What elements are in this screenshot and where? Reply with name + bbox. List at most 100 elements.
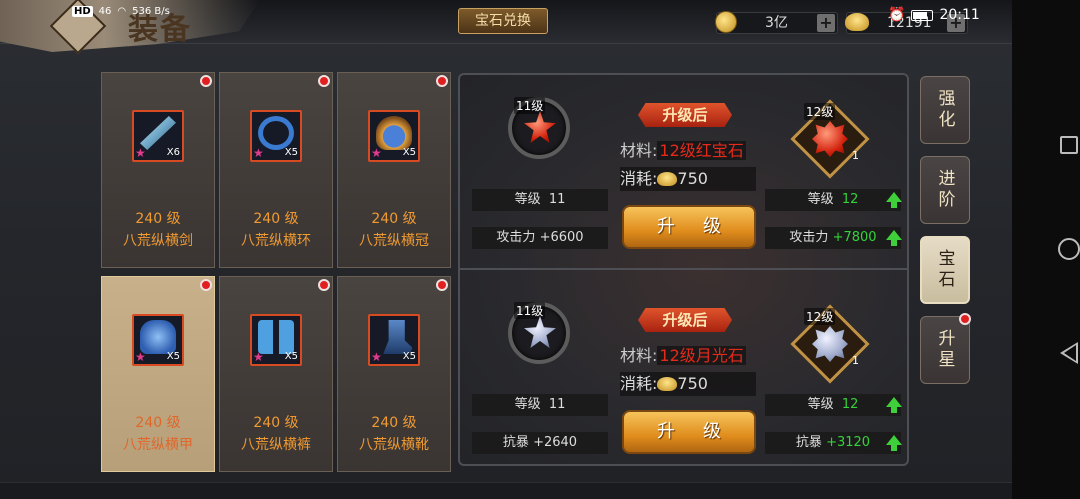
item-quantity: X5 bbox=[402, 147, 416, 158]
tab-gems[interactable]: 宝石 bbox=[920, 236, 970, 304]
item-card-boots[interactable]: ★ X5 240 级 八荒纵横靴 bbox=[337, 276, 451, 472]
moonstone-gem-icon bbox=[524, 316, 556, 348]
coin-icon bbox=[715, 11, 737, 33]
moonstone-gem-icon bbox=[812, 326, 848, 362]
material-name: 12级月光石 bbox=[657, 346, 746, 365]
rarity-star-icon: ★ bbox=[135, 350, 146, 364]
current-level-stat: 等级 11 bbox=[472, 394, 608, 416]
gold-ingot-icon bbox=[657, 377, 678, 391]
item-quantity: X5 bbox=[284, 351, 298, 362]
cost-row: 消耗: 750 bbox=[620, 167, 756, 191]
home-icon[interactable] bbox=[1058, 238, 1080, 260]
item-name: 八荒纵横环 bbox=[241, 233, 311, 249]
upgrade-button[interactable]: 升级 bbox=[622, 410, 756, 454]
ruby-gem-icon bbox=[812, 121, 848, 157]
gem-exchange-button[interactable]: 宝石兑换 bbox=[458, 8, 548, 34]
notification-dot bbox=[959, 313, 971, 325]
cost-row: 消耗: 750 bbox=[620, 372, 756, 396]
stat-value: 11 bbox=[548, 192, 566, 207]
stat-value: +2640 bbox=[533, 435, 578, 450]
item-level: 240 级 bbox=[371, 211, 417, 227]
item-card-sword[interactable]: ★ X6 240 级 八荒纵横剑 bbox=[101, 72, 215, 268]
cost-label: 消耗: bbox=[620, 374, 658, 393]
material-name: 12级红宝石 bbox=[657, 141, 746, 160]
status-bar-left: HD 46 ◠ 536 B/s bbox=[72, 6, 170, 17]
stat-label: 等级 bbox=[514, 397, 541, 412]
item-name: 八荒纵横裤 bbox=[241, 437, 311, 453]
gem-level-label: 12级 bbox=[804, 308, 836, 325]
tab-star-up[interactable]: 升星 bbox=[920, 313, 971, 384]
current-gem[interactable]: 11级 bbox=[508, 97, 570, 159]
item-level: 240 级 bbox=[135, 211, 181, 227]
crown-icon: ★ X5 bbox=[368, 110, 420, 162]
gem-count: 1 bbox=[852, 354, 859, 367]
item-card-pants[interactable]: ★ X5 240 级 八荒纵横裤 bbox=[219, 276, 333, 472]
next-crit-resist-stat: 抗暴 +3120 bbox=[765, 432, 901, 454]
stat-label: 等级 bbox=[807, 397, 834, 412]
status-bar-right: ⏰ 20:11 bbox=[888, 7, 980, 23]
gem-slot-moonstone: 11级 升级后 材料: 12级月光石 消耗: 750 12级 1 等级 11 抗暴 … bbox=[460, 280, 907, 470]
cost-label: 消耗: bbox=[620, 169, 658, 188]
item-level: 240 级 bbox=[253, 211, 299, 227]
stat-value: +7800 bbox=[832, 230, 877, 245]
tab-enhance[interactable]: 强化 bbox=[920, 76, 970, 144]
back-icon[interactable] bbox=[1060, 342, 1078, 364]
stat-label: 攻击力 bbox=[496, 230, 536, 245]
stat-value: +6600 bbox=[539, 230, 584, 245]
add-silver-button[interactable]: + bbox=[817, 14, 835, 32]
notification-dot bbox=[436, 279, 448, 291]
wifi-icon: ◠ bbox=[117, 6, 127, 17]
current-level-stat: 等级 11 bbox=[472, 189, 608, 211]
recent-apps-icon[interactable] bbox=[1060, 136, 1078, 154]
arrow-up-icon bbox=[886, 192, 902, 208]
game-screen: 装备 HD 46 ◠ 536 B/s 宝石兑换 3亿 + 12191 + ⏰ 2… bbox=[0, 0, 1012, 499]
stat-label: 抗暴 bbox=[795, 435, 822, 450]
item-name: 八荒纵横冠 bbox=[359, 233, 429, 249]
item-quantity: X5 bbox=[402, 351, 416, 362]
stat-label: 抗暴 bbox=[502, 435, 529, 450]
material-row: 材料: 12级红宝石 bbox=[620, 137, 746, 161]
notification-dot bbox=[318, 279, 330, 291]
item-quantity: X5 bbox=[166, 351, 180, 362]
net-speed: 536 B/s bbox=[132, 6, 170, 17]
item-level: 240 级 bbox=[371, 415, 417, 431]
notification-dot bbox=[200, 75, 212, 87]
material-label: 材料: bbox=[620, 141, 658, 160]
divider bbox=[460, 268, 907, 270]
notification-dot bbox=[436, 75, 448, 87]
boots-icon: ★ X5 bbox=[368, 314, 420, 366]
upgrade-button[interactable]: 升级 bbox=[622, 205, 756, 249]
notification-dot bbox=[318, 75, 330, 87]
item-quantity: X6 bbox=[166, 147, 180, 158]
stat-value: 11 bbox=[548, 397, 566, 412]
upgrade-after-banner: 升级后 bbox=[638, 308, 732, 332]
rarity-star-icon: ★ bbox=[135, 146, 146, 160]
item-level: 240 级 bbox=[135, 415, 181, 431]
notification-dot bbox=[200, 279, 212, 291]
network-indicator: 46 bbox=[98, 6, 112, 17]
gem-level-label: 11级 bbox=[514, 97, 546, 114]
bottom-strip bbox=[0, 482, 1012, 499]
item-name: 八荒纵横剑 bbox=[123, 233, 193, 249]
ruby-gem-icon bbox=[524, 111, 556, 143]
item-card-crown[interactable]: ★ X5 240 级 八荒纵横冠 bbox=[337, 72, 451, 268]
tab-advance[interactable]: 进阶 bbox=[920, 156, 970, 224]
cost-value: 750 bbox=[677, 169, 708, 188]
next-level-stat: 等级 12 bbox=[765, 189, 901, 211]
item-card-ring[interactable]: ★ X5 240 级 八荒纵横环 bbox=[219, 72, 333, 268]
hd-badge: HD bbox=[72, 6, 93, 17]
item-name: 八荒纵横甲 bbox=[123, 437, 193, 453]
gem-level-label: 11级 bbox=[514, 302, 546, 319]
rarity-star-icon: ★ bbox=[371, 350, 382, 364]
next-level-stat: 等级 12 bbox=[765, 394, 901, 416]
item-card-armor[interactable]: ★ X5 240 级 八荒纵横甲 bbox=[101, 276, 215, 472]
arrow-up-icon bbox=[886, 397, 902, 413]
stat-label: 等级 bbox=[514, 192, 541, 207]
current-gem[interactable]: 11级 bbox=[508, 302, 570, 364]
battery-icon bbox=[911, 9, 934, 21]
arrow-up-icon bbox=[886, 230, 902, 246]
stat-value: +3120 bbox=[826, 435, 871, 450]
rarity-star-icon: ★ bbox=[371, 146, 382, 160]
upgraded-gem: 12级 1 bbox=[790, 99, 870, 179]
current-attack-stat: 攻击力 +6600 bbox=[472, 227, 608, 249]
